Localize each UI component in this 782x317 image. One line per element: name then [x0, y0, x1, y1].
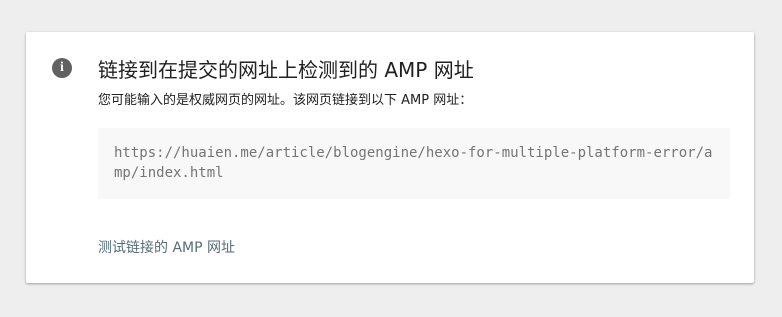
test-amp-url-link[interactable]: 测试链接的 AMP 网址 — [98, 238, 235, 258]
info-icon: i — [52, 58, 72, 78]
amp-url-box: https://huaien.me/article/blogengine/hex… — [98, 128, 730, 199]
amp-detected-card: i 链接到在提交的网址上检测到的 AMP 网址 您可能输入的是权威网页的网址。该… — [26, 32, 754, 283]
card-title: 链接到在提交的网址上检测到的 AMP 网址 — [98, 58, 474, 82]
card-subtitle: 您可能输入的是权威网页的网址。该网页链接到以下 AMP 网址： — [98, 93, 473, 108]
amp-url-text: https://huaien.me/article/blogengine/hex… — [114, 145, 713, 181]
